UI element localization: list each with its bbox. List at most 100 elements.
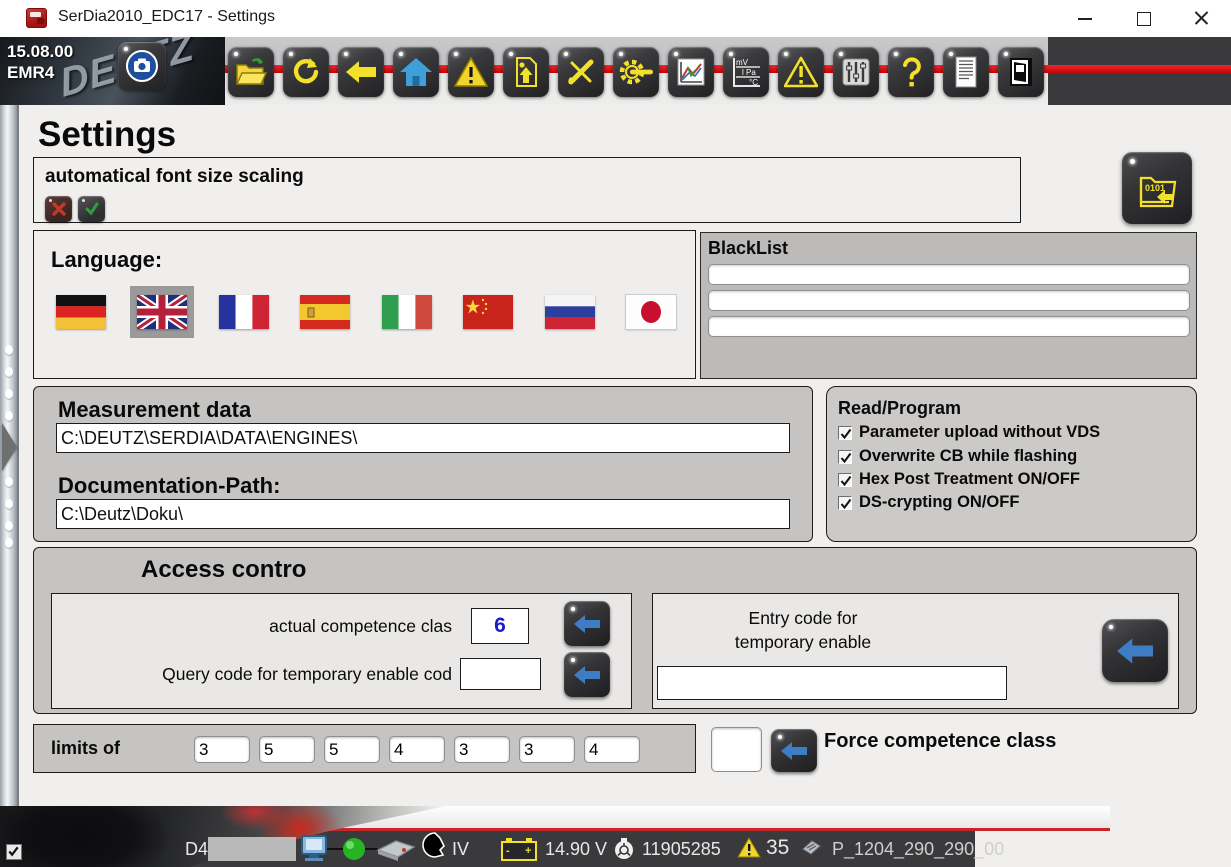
- flash-file-button[interactable]: [503, 47, 549, 97]
- limit-input-5[interactable]: [454, 736, 510, 763]
- checkbox-checked[interactable]: [838, 450, 852, 464]
- strip-dot: [5, 538, 13, 548]
- apply-entry-code-button[interactable]: [1102, 619, 1168, 682]
- tools-icon: [565, 56, 597, 88]
- flag-german[interactable]: [56, 295, 106, 329]
- flag-japanese[interactable]: [626, 295, 676, 329]
- documentation-path-input[interactable]: [56, 499, 790, 529]
- svg-text:+: +: [525, 845, 531, 857]
- back-button[interactable]: [338, 47, 384, 97]
- font-scaling-box: automatical font size scaling: [33, 157, 1021, 223]
- check-icon: [839, 474, 853, 488]
- limit-input-2[interactable]: [259, 736, 315, 763]
- graph-button[interactable]: [668, 47, 714, 97]
- binary-folder-icon: 0101: [1133, 164, 1181, 212]
- gear-wrench-button[interactable]: [613, 47, 659, 97]
- limit-input-4[interactable]: [389, 736, 445, 763]
- font-scaling-on-button[interactable]: [78, 196, 105, 222]
- exit-button[interactable]: [998, 47, 1044, 97]
- warning-count: 35: [766, 836, 789, 860]
- expand-arrow-icon[interactable]: [2, 423, 17, 471]
- checkbox-checked[interactable]: [838, 473, 852, 487]
- flag-russian[interactable]: [545, 295, 595, 329]
- warning-count-icon: [737, 837, 761, 858]
- warning-button[interactable]: [448, 47, 494, 97]
- option-row: Parameter upload without VDS: [838, 423, 1100, 442]
- limit-input-1[interactable]: [194, 736, 250, 763]
- reset-button[interactable]: [283, 47, 329, 97]
- flag-spanish[interactable]: [300, 295, 350, 329]
- model-label: EMR4: [7, 63, 54, 83]
- font-scaling-label: automatical font size scaling: [45, 166, 304, 188]
- check-icon: [839, 427, 853, 441]
- connection-status: [300, 834, 416, 864]
- flag-french[interactable]: [219, 295, 269, 329]
- font-scaling-off-button[interactable]: [45, 196, 72, 222]
- query-code-input[interactable]: [460, 658, 541, 690]
- limit-input-7[interactable]: [584, 736, 640, 763]
- strip-dot: [5, 367, 13, 377]
- camera-button[interactable]: [118, 42, 166, 90]
- user-level-icon: [420, 832, 450, 866]
- limits-label: limits of: [51, 738, 120, 759]
- strip-dot: [5, 477, 13, 487]
- entry-code-label-line1: Entry code for: [683, 608, 923, 629]
- flag-english-selected[interactable]: [130, 286, 194, 338]
- documentation-path-label: Documentation-Path:: [58, 473, 280, 495]
- alert-button[interactable]: [778, 47, 824, 97]
- units-button[interactable]: mV l Pa °C: [723, 47, 769, 97]
- limits-box: limits of: [33, 724, 696, 773]
- competence-class-input[interactable]: [471, 608, 529, 644]
- cross-icon: [51, 201, 67, 217]
- svg-text:-: -: [506, 845, 510, 857]
- entry-code-panel: Entry code for temporary enable: [652, 593, 1179, 709]
- blacklist-box: BlackList: [700, 232, 1197, 379]
- blacklist-entry-2[interactable]: [708, 290, 1190, 311]
- minimize-button[interactable]: [1068, 4, 1102, 32]
- device-field: [208, 837, 296, 861]
- home-icon: [399, 56, 433, 88]
- checkbox-checked[interactable]: [838, 496, 852, 510]
- close-button[interactable]: [1184, 4, 1218, 32]
- program-id: P_1204_290_290_00: [832, 839, 1004, 860]
- paths-box: Measurement data Documentation-Path:: [33, 386, 813, 542]
- limit-input-6[interactable]: [519, 736, 575, 763]
- warning-icon: [454, 56, 488, 88]
- apply-query-button[interactable]: [564, 652, 610, 697]
- blacklist-entry-1[interactable]: [708, 264, 1190, 285]
- io-panel-icon: [840, 56, 872, 88]
- force-competence-input[interactable]: [711, 727, 762, 772]
- svg-text:l Pa: l Pa: [742, 68, 756, 77]
- home-button[interactable]: [393, 47, 439, 97]
- help-button[interactable]: [888, 47, 934, 97]
- limit-input-3[interactable]: [324, 736, 380, 763]
- window-title: SerDia2010_EDC17 - Settings: [58, 8, 275, 26]
- maximize-button[interactable]: [1126, 4, 1160, 32]
- camera-icon: [124, 48, 160, 84]
- report-button[interactable]: [943, 47, 989, 97]
- pc-icon: [302, 836, 326, 861]
- version-label: 15.08.00: [7, 42, 73, 62]
- flag-chinese[interactable]: [463, 295, 513, 329]
- data-folder-button[interactable]: 0101: [1122, 152, 1192, 224]
- read-program-box: Read/Program Parameter upload without VD…: [826, 386, 1197, 542]
- flag-english[interactable]: [137, 295, 187, 329]
- blacklist-entry-3[interactable]: [708, 316, 1190, 337]
- open-folder-button[interactable]: [228, 47, 274, 97]
- user-level-value: IV: [452, 839, 469, 860]
- flag-italian[interactable]: [382, 295, 432, 329]
- io-panel-button[interactable]: [833, 47, 879, 97]
- svg-text:mV: mV: [736, 58, 749, 67]
- measurement-path-input[interactable]: [56, 423, 790, 453]
- entry-code-input[interactable]: [657, 666, 1007, 700]
- checkbox-checked[interactable]: [838, 426, 852, 440]
- serdia-window: SerDia2010_EDC17 - Settings DEUTZ 15.08.…: [0, 0, 1231, 867]
- page-title: Settings: [38, 115, 176, 155]
- device-label: D4: [185, 839, 208, 860]
- status-checkbox[interactable]: [6, 844, 22, 860]
- apply-competence-button[interactable]: [564, 601, 610, 646]
- splitter-strip[interactable]: [0, 105, 19, 806]
- serial-number: 11905285: [642, 839, 721, 860]
- force-competence-button[interactable]: [771, 729, 817, 772]
- tools-button[interactable]: [558, 47, 604, 97]
